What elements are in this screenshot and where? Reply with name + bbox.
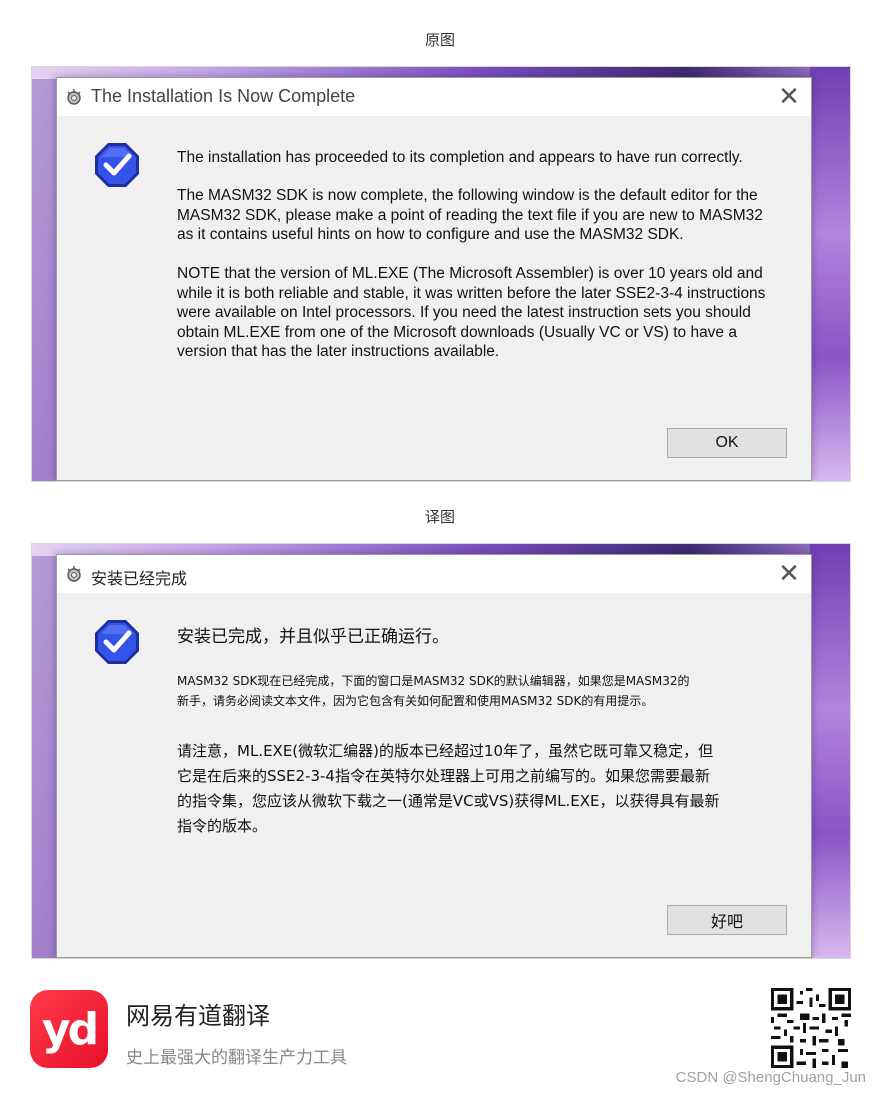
original-screenshot: The Installation Is Now Complete ✕ The i… — [31, 66, 851, 482]
translated-screenshot: 安装已经完成 ✕ 安装已完成，并且似乎已正确运行。 MASM32 SDK现在已经… — [31, 543, 851, 959]
installer-gear-icon — [67, 89, 81, 105]
message-text: MASM32 SDK现在已经完成，下面的窗口是MASM32 SDK的默认编辑器，… — [177, 674, 690, 708]
qr-code — [771, 988, 851, 1068]
close-button[interactable]: ✕ — [767, 555, 811, 593]
message-paragraph-3: NOTE that the version of ML.EXE (The Mic… — [177, 264, 783, 362]
desktop-wallpaper-right — [810, 67, 850, 481]
message-text: 请注意，ML.EXE(微软汇编器)的版本已经超过10年了，虽然它既可靠又稳定，但… — [177, 742, 720, 835]
dialog-titlebar: The Installation Is Now Complete ✕ — [57, 78, 811, 116]
brand-name: 网易有道翻译 — [126, 1002, 270, 1030]
translated-caption: 译图 — [424, 508, 455, 526]
csdn-watermark: CSDN @ShengChuang_Jun — [675, 1069, 866, 1086]
checkmark-octagon-icon — [95, 143, 139, 187]
message-paragraph-2: MASM32 SDK现在已经完成，下面的窗口是MASM32 SDK的默认编辑器，… — [177, 671, 783, 711]
ok-button[interactable]: OK — [667, 428, 787, 458]
message-paragraph-1: 安装已完成，并且似乎已正确运行。 — [177, 625, 783, 649]
youdao-logo: yd — [30, 990, 108, 1068]
message-paragraph-1: The installation has proceeded to its co… — [177, 148, 783, 168]
desktop-wallpaper-right — [810, 544, 850, 958]
message-text: 安装已完成，并且似乎已正确运行。 — [177, 627, 449, 647]
dialog-title: 安装已经完成 — [91, 569, 188, 588]
message-text: The MASM32 SDK is now complete, the foll… — [177, 187, 763, 243]
installation-complete-dialog: The Installation Is Now Complete ✕ The i… — [56, 77, 812, 481]
message-paragraph-3: 请注意，ML.EXE(微软汇编器)的版本已经超过10年了，虽然它既可靠又稳定，但… — [177, 739, 783, 839]
logo-text: yd — [41, 1003, 99, 1055]
message-paragraph-2: The MASM32 SDK is now complete, the foll… — [177, 186, 783, 245]
close-button[interactable]: ✕ — [767, 78, 811, 116]
dialog-title: The Installation Is Now Complete — [91, 86, 356, 106]
message-text: The installation has proceeded to its co… — [177, 149, 743, 166]
message-text: NOTE that the version of ML.EXE (The Mic… — [177, 265, 766, 360]
checkmark-octagon-icon — [95, 620, 139, 664]
dialog-titlebar: 安装已经完成 ✕ — [57, 555, 811, 593]
installation-complete-dialog-translated: 安装已经完成 ✕ 安装已完成，并且似乎已正确运行。 MASM32 SDK现在已经… — [56, 554, 812, 958]
ok-button[interactable]: 好吧 — [667, 905, 787, 935]
original-caption: 原图 — [424, 31, 455, 49]
brand-slogan: 史上最强大的翻译生产力工具 — [126, 1048, 347, 1068]
installer-gear-icon — [67, 566, 81, 582]
